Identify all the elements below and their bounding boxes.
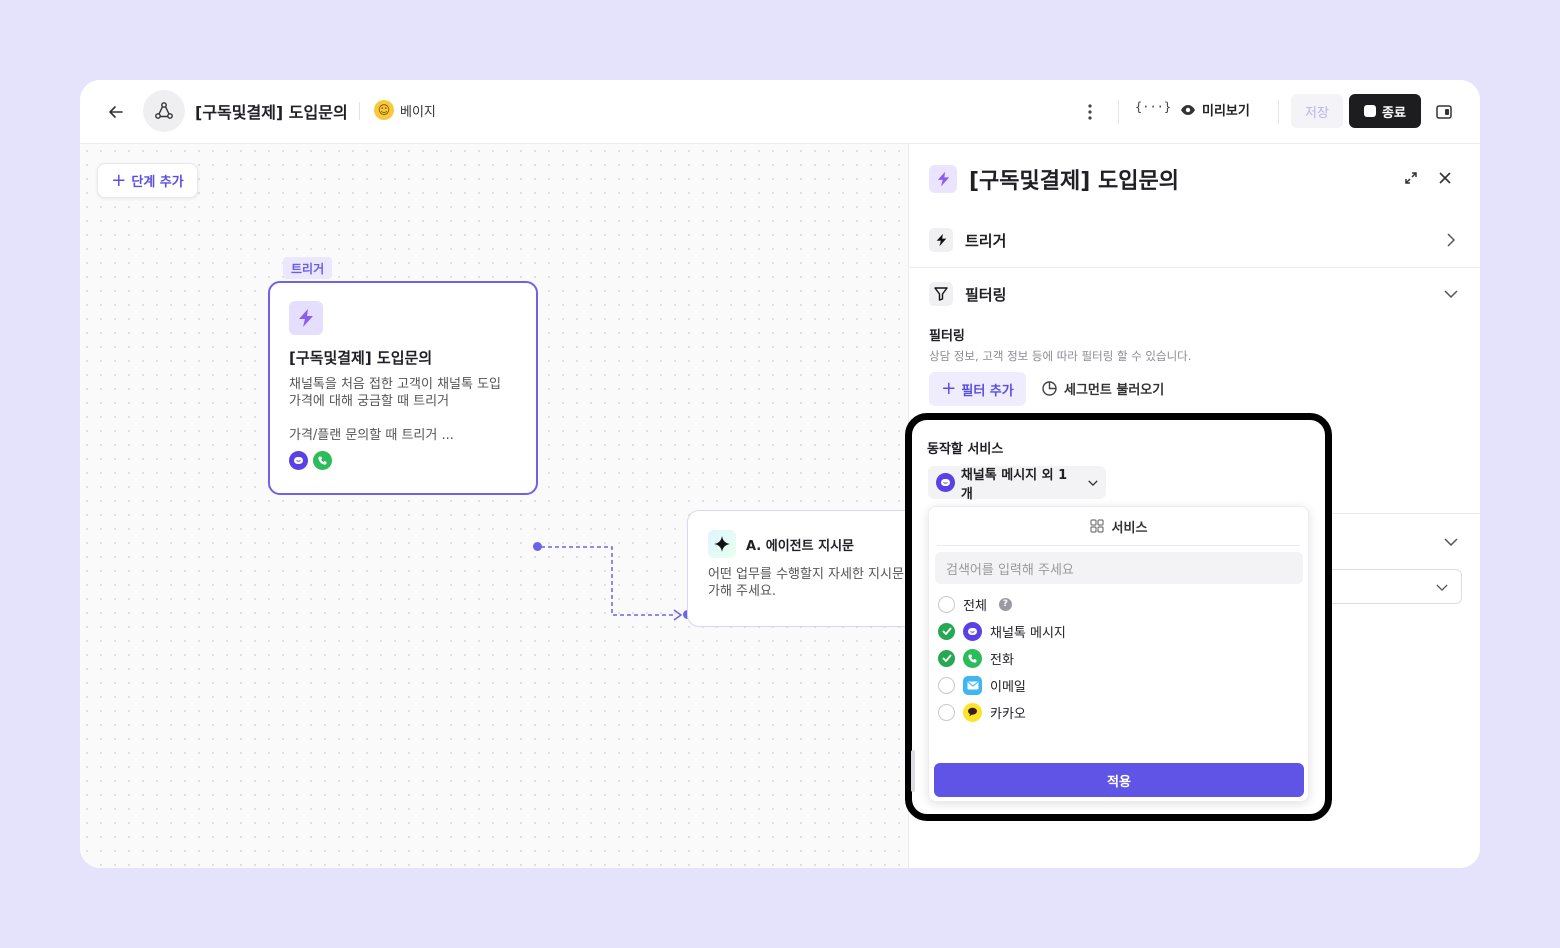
service-option-kakao[interactable]: 카카오 (938, 701, 1298, 723)
workflow-logo-icon (143, 90, 185, 132)
owner[interactable]: ☺ 베이지 (374, 100, 436, 120)
service-label: 동작할 서비스 (927, 442, 1004, 457)
channeltalk-icon (963, 621, 982, 641)
filter-label: 필터링 (929, 329, 965, 344)
stop-icon (1364, 105, 1377, 117)
panel-title: [구독및결제] 도입문의 (969, 169, 1179, 194)
option-label: 전체 (963, 598, 987, 614)
kakao-icon (963, 702, 982, 722)
plus-icon: + (941, 378, 957, 399)
service-search-input[interactable]: 검색어를 입력해 주세요 (935, 552, 1303, 584)
variables-button[interactable]: {···} (1135, 100, 1171, 114)
end-button[interactable]: 종료 (1349, 94, 1421, 128)
workflow-title[interactable]: [구독및결제] 도입문의 (195, 99, 348, 123)
load-segment-button[interactable]: 세그먼트 불러오기 (1042, 379, 1164, 398)
sparkle-icon (708, 530, 736, 558)
pie-chart-icon (1042, 381, 1057, 396)
section-trigger-label: 트리거 (965, 231, 1007, 250)
save-button[interactable]: 저장 (1291, 94, 1343, 128)
section-filtering-label: 필터링 (965, 285, 1007, 304)
chevron-down-icon (1088, 479, 1098, 486)
add-filter-button[interactable]: + 필터 추가 (929, 372, 1026, 406)
add-filter-label: 필터 추가 (961, 383, 1014, 399)
option-label: 카카오 (990, 706, 1026, 722)
phone-icon (963, 648, 982, 668)
service-select-value: 채널톡 메시지 외 1개 (960, 467, 1068, 502)
apply-button[interactable]: 적용 (934, 763, 1304, 797)
panel-header: [구독및결제] 도입문의 (929, 164, 1459, 194)
chevron-right-icon (1441, 230, 1461, 250)
help-icon[interactable]: ? (998, 597, 1012, 611)
divider (1278, 100, 1279, 124)
chevron-down-icon (1441, 284, 1461, 304)
agent-node-description: 어떤 업무를 수행할지 자세한 지시문 가해 주세요. (708, 567, 904, 599)
service-dropdown: 서비스 검색어를 입력해 주세요 전체 ? 채널톡 메시지 전화 이메일 카카오… (928, 506, 1309, 802)
dropdown-header: 서비스 (929, 507, 1308, 545)
more-icon[interactable] (1080, 100, 1100, 124)
checkbox[interactable] (938, 676, 955, 694)
divider (1118, 100, 1119, 124)
filter-help: 상담 정보, 고객 정보 등에 따라 필터링 할 수 있습니다. (929, 349, 1192, 363)
channeltalk-icon (936, 473, 955, 492)
checkbox[interactable] (938, 595, 955, 613)
agent-node-title: A. 에이전트 지시문 (746, 538, 855, 554)
check-icon (941, 654, 952, 662)
avatar: ☺ (374, 100, 394, 120)
divider (359, 102, 360, 120)
checkbox[interactable] (938, 622, 955, 640)
grid-icon (1089, 519, 1104, 533)
service-option-email[interactable]: 이메일 (938, 674, 1298, 696)
funnel-icon (929, 282, 953, 306)
dropdown-header-label: 서비스 (1111, 520, 1148, 536)
owner-name: 베이지 (400, 104, 436, 120)
lightning-icon (929, 165, 957, 193)
option-label: 이메일 (990, 679, 1026, 695)
preview-button[interactable]: 미리보기 (1180, 100, 1250, 119)
check-icon (941, 627, 952, 635)
connector-line (541, 546, 683, 621)
option-label: 전화 (990, 652, 1014, 668)
end-label: 종료 (1382, 105, 1406, 121)
chevron-down-icon (1433, 578, 1451, 596)
close-icon[interactable] (1435, 168, 1455, 188)
scrollbar[interactable] (911, 750, 915, 792)
section-filtering[interactable]: 필터링 (909, 267, 1480, 321)
side-panel-toggle-icon[interactable] (1434, 100, 1454, 124)
eye-icon (1181, 104, 1195, 115)
service-option-all[interactable]: 전체 ? (938, 593, 1298, 615)
option-label: 채널톡 메시지 (990, 625, 1066, 641)
expand-icon[interactable] (1401, 168, 1421, 188)
chevron-down-icon[interactable] (1441, 532, 1461, 552)
preview-label: 미리보기 (1202, 104, 1250, 119)
checkbox[interactable] (938, 649, 955, 667)
load-segment-label: 세그먼트 불러오기 (1064, 383, 1165, 398)
top-bar: [구독및결제] 도입문의 ☺ 베이지 {···} 미리보기 저장 종료 (80, 80, 1480, 144)
email-icon (963, 675, 982, 695)
workflow-canvas[interactable]: + 단계 추가 트리거 [구독및결제] 도입문의 채널톡을 처음 접한 고객이 … (80, 144, 947, 868)
section-trigger[interactable]: 트리거 (909, 213, 1480, 267)
service-option-phone[interactable]: 전화 (938, 647, 1298, 669)
service-option-channeltalk[interactable]: 채널톡 메시지 (938, 620, 1298, 642)
lightning-icon (929, 228, 953, 252)
divider (937, 545, 1300, 546)
service-select[interactable]: 채널톡 메시지 외 1개 (928, 466, 1106, 502)
checkbox[interactable] (938, 703, 955, 721)
back-arrow-icon[interactable] (104, 100, 128, 124)
